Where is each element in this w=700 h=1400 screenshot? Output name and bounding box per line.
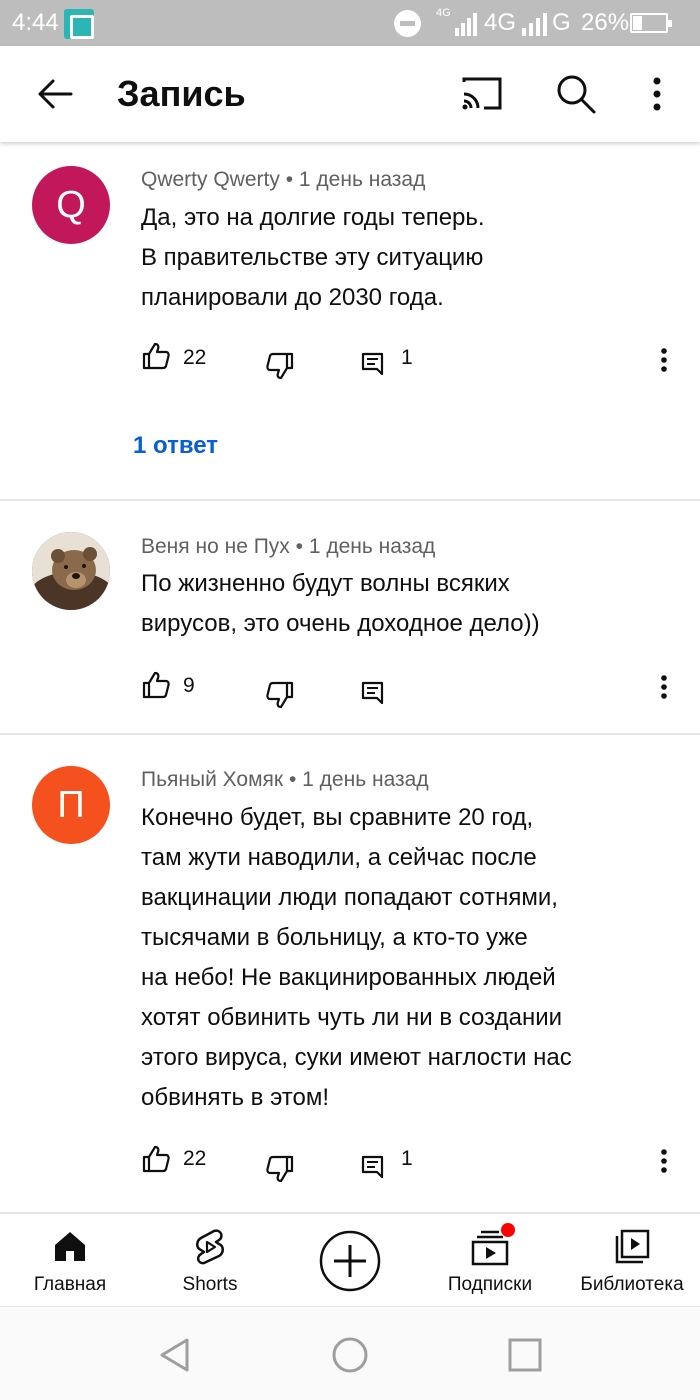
do-not-disturb-icon [394,10,421,37]
status-bar: 4:44 4G 4G G 26% [0,0,700,46]
dislike-icon[interactable] [264,1151,296,1187]
system-home-icon[interactable] [331,1336,369,1374]
nav-shorts[interactable]: Shorts [150,1214,270,1308]
system-navigation-bar [0,1306,700,1400]
screenshot-icon [64,9,94,39]
reply-count: 1 [401,346,413,369]
comment-meta: Qwerty Qwerty • 1 день назад [141,168,425,192]
dislike-icon[interactable] [264,348,296,384]
arrow-left-icon[interactable] [31,70,79,118]
cast-icon[interactable] [458,70,506,118]
meta-separator: • [285,168,294,191]
network-type-2: G [552,9,571,36]
nav-shorts-label: Shorts [182,1274,238,1295]
avatar[interactable]: Q [32,166,110,244]
nav-home-label: Главная [33,1274,107,1295]
bear-photo-avatar [32,532,110,610]
battery-percent: 26% [581,9,630,36]
comment-time: 1 день назад [298,168,426,191]
home-icon [55,1232,85,1261]
reply-icon[interactable] [360,1149,386,1185]
nav-library[interactable]: Библиотека [570,1214,694,1308]
comment-time: 1 день назад [308,535,436,558]
system-recents-icon[interactable] [507,1337,543,1373]
nav-create[interactable] [300,1214,400,1308]
notification-dot [501,1223,515,1237]
comment-author[interactable]: Qwerty Qwerty [141,168,280,191]
like-icon[interactable] [140,667,172,703]
view-replies-link[interactable]: 1 ответ [133,432,218,460]
library-icon [615,1229,650,1264]
shorts-icon [196,1229,224,1265]
comment-author[interactable]: Веня но не Пух [141,535,290,558]
more-vert-icon[interactable] [633,70,681,118]
app-bar: Запись [0,46,700,142]
comment-text: По жизненно будут волны всяких вирусов, … [141,570,540,637]
signal-icon-2 [522,12,552,36]
battery-icon [630,13,672,33]
search-icon[interactable] [552,70,600,118]
signal-icon [437,12,477,36]
bottom-navigation: Главная Shorts Подписки Библиотека [0,1212,700,1306]
comment-author[interactable]: Пьяный Хомяк [141,768,283,791]
comment-more-icon[interactable] [652,342,676,378]
like-count: 22 [183,346,207,369]
reply-count: 1 [401,1147,413,1170]
create-plus-icon [319,1230,381,1292]
meta-separator: • [288,768,297,791]
comment-more-icon[interactable] [652,669,676,705]
avatar[interactable]: П [32,766,110,844]
comment-meta: Веня но не Пух • 1 день назад [141,535,435,559]
reply-icon[interactable] [360,675,386,711]
nav-library-label: Библиотека [580,1274,684,1295]
comment-item: П Пьяный Хомяк • 1 день назад Конечно бу… [0,735,700,1210]
like-count: 22 [183,1147,207,1170]
nav-home[interactable]: Главная [10,1214,130,1308]
comment-meta: Пьяный Хомяк • 1 день назад [141,768,429,792]
comment-text: Конечно будет, вы сравните 20 год, там ж… [141,804,572,1111]
like-icon[interactable] [140,338,172,374]
comment-text: Да, это на долгие годы теперь. В правите… [141,204,485,311]
reply-icon[interactable] [360,346,386,382]
avatar[interactable] [32,532,110,610]
dislike-icon[interactable] [264,677,296,713]
comment-item: Веня но не Пух • 1 день назад По жизненн… [0,501,700,734]
status-time: 4:44 [12,9,59,36]
page-title: Запись [117,73,246,114]
system-back-icon[interactable] [157,1337,193,1373]
network-type-1: 4G [484,9,517,36]
meta-separator: • [295,535,304,558]
comment-time: 1 день назад [302,768,429,791]
comment-item: Q Qwerty Qwerty • 1 день назад Да, это н… [0,142,700,500]
nav-subscriptions-label: Подписки [447,1274,533,1295]
like-icon[interactable] [140,1141,172,1177]
comment-more-icon[interactable] [652,1143,676,1179]
nav-subscriptions[interactable]: Подписки [430,1214,550,1308]
like-count: 9 [183,674,195,697]
